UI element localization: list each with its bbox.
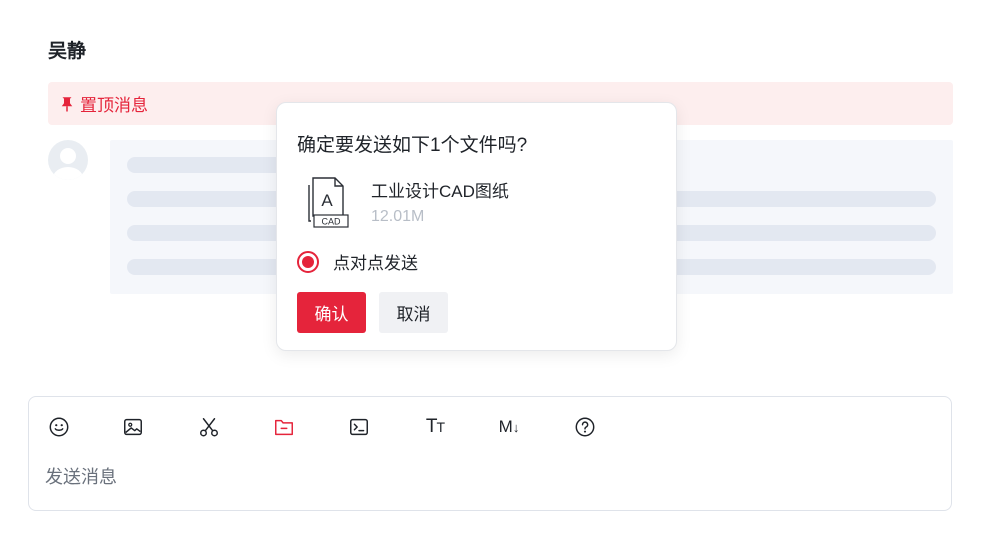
message-input[interactable]: 发送消息 bbox=[45, 463, 117, 489]
file-name: 工业设计CAD图纸 bbox=[371, 182, 509, 201]
svg-text:CAD: CAD bbox=[321, 217, 341, 227]
markdown-icon[interactable]: M ↓ bbox=[497, 415, 521, 439]
cancel-button[interactable]: 取消 bbox=[379, 292, 448, 333]
chat-title: 吴静 bbox=[48, 41, 87, 62]
scissors-icon[interactable] bbox=[197, 415, 221, 439]
svg-text:A: A bbox=[321, 191, 333, 210]
text-size-icon[interactable]: TT bbox=[423, 415, 447, 439]
radio-button[interactable] bbox=[297, 250, 319, 273]
emoji-icon[interactable] bbox=[47, 415, 71, 439]
folder-icon[interactable] bbox=[272, 415, 296, 439]
terminal-icon[interactable] bbox=[347, 415, 371, 439]
help-icon[interactable] bbox=[573, 415, 597, 439]
message-composer[interactable]: TT M ↓ 发送消息 bbox=[28, 396, 952, 511]
send-file-dialog: 确定要发送如下1个文件吗? A CAD 工业设计CAD图纸 12.01M 点对点… bbox=[276, 102, 677, 351]
p2p-send-option[interactable]: 点对点发送 bbox=[297, 249, 418, 274]
p2p-send-label: 点对点发送 bbox=[333, 254, 418, 273]
confirm-button[interactable]: 确认 bbox=[297, 292, 366, 333]
avatar[interactable] bbox=[48, 140, 88, 180]
radio-selected-dot bbox=[302, 255, 314, 268]
cad-file-icon: A CAD bbox=[303, 175, 351, 229]
pin-icon bbox=[58, 95, 76, 113]
dialog-title: 确定要发送如下1个文件吗? bbox=[297, 135, 528, 156]
image-icon[interactable] bbox=[121, 415, 145, 439]
pinned-message-label: 置顶消息 bbox=[80, 96, 148, 115]
file-size: 12.01M bbox=[371, 208, 425, 225]
